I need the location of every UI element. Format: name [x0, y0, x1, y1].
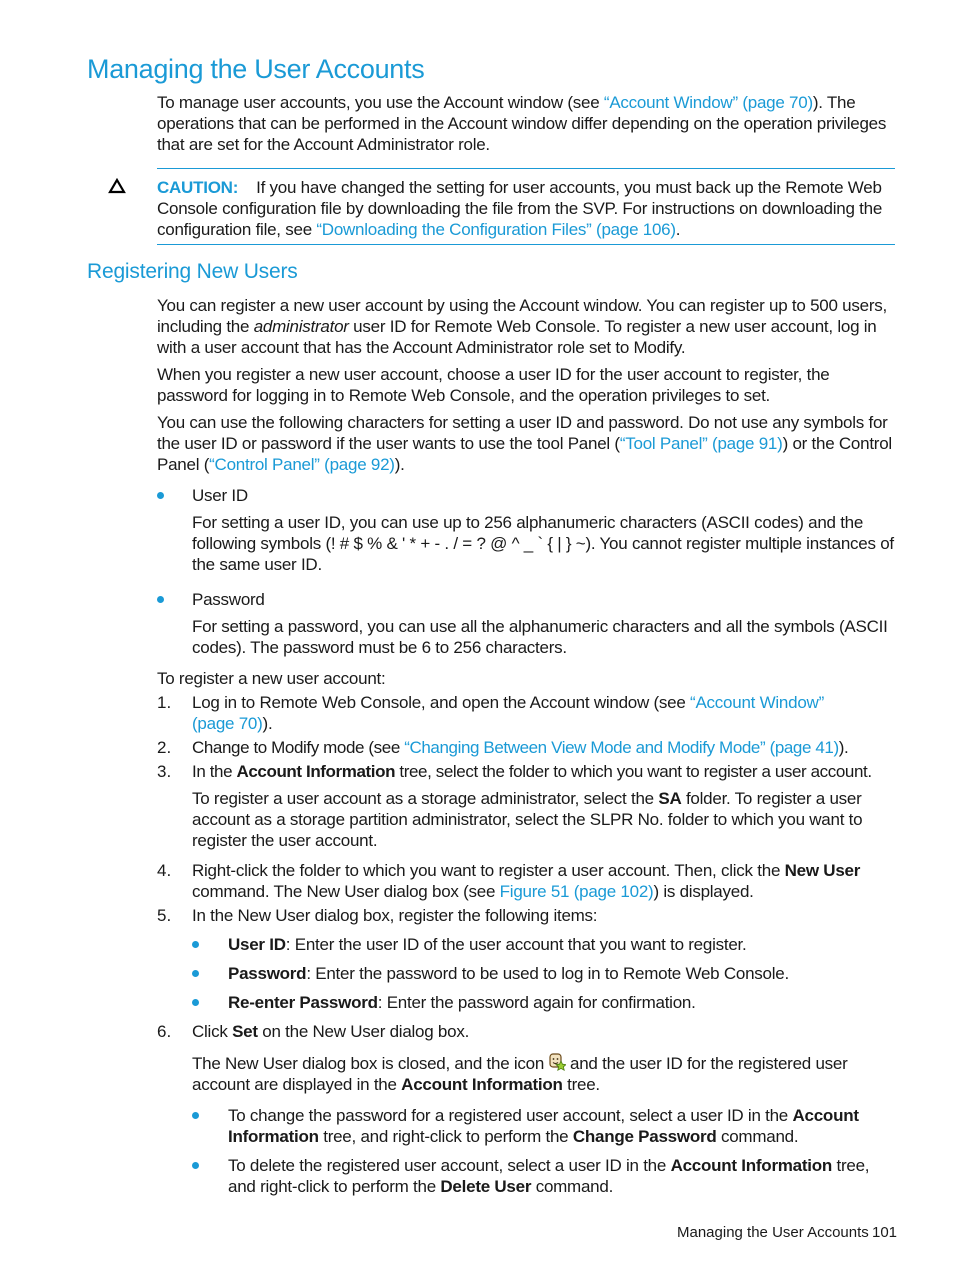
text: In the [192, 762, 237, 781]
intro-text: To manage user accounts, you use the Acc… [157, 93, 604, 112]
bold-term: Set [232, 1022, 258, 1041]
section-title: Registering New Users [87, 260, 298, 283]
text: command. [531, 1177, 614, 1196]
text: Click [192, 1022, 233, 1041]
step-6-result: The New User dialog box is closed, and t… [192, 1053, 897, 1095]
bold-term: New User [784, 861, 861, 880]
paragraph-register-limit: You can register a new user account by u… [157, 295, 902, 358]
bold-term: Account Information [236, 762, 396, 781]
bold-term: Account Information [401, 1075, 563, 1094]
text: ). [394, 455, 405, 474]
link-downloading-config-files[interactable]: “Downloading the Configuration Files” (p… [316, 220, 676, 239]
text: ) is displayed. [653, 882, 754, 901]
step-2: Change to Modify mode (see “Changing Bet… [192, 737, 902, 758]
paragraph-characters: You can use the following characters for… [157, 412, 902, 475]
step-number: 4. [157, 861, 172, 880]
text: To change the password for a registered … [228, 1106, 793, 1125]
text: tree, and right-click to perform the [318, 1127, 573, 1146]
bold-term: Account Information [670, 1156, 833, 1175]
text: on the New User dialog box. [257, 1022, 470, 1041]
intro-paragraph: To manage user accounts, you use the Acc… [157, 92, 902, 155]
link-figure-51[interactable]: Figure 51 (page 102) [500, 882, 654, 901]
text: command. The New User dialog box (see [192, 882, 500, 901]
step-3: In the Account Information tree, select … [192, 761, 904, 782]
text: Log in to Remote Web Console, and open t… [192, 693, 691, 712]
text: : Enter the user ID of the user account … [285, 935, 747, 954]
step-1: Log in to Remote Web Console, and open t… [192, 692, 897, 734]
new-user-icon [548, 1053, 566, 1071]
bold-term: User ID [228, 935, 286, 954]
rule-desc-user-id: For setting a user ID, you can use up to… [192, 513, 894, 574]
item-reenter-password: Re-enter Password: Enter the password ag… [228, 992, 898, 1013]
text: tree, select the folder to which you wan… [395, 762, 872, 781]
page-title: Managing the User Accounts [87, 54, 425, 84]
paragraph-choose-id: When you register a new user account, ch… [157, 365, 830, 405]
rule-label-password: Password [192, 590, 265, 609]
caution-label: CAUTION: [157, 178, 239, 197]
italic-term: administrator [253, 317, 349, 336]
step-number: 3. [157, 762, 172, 781]
step-5: In the New User dialog box, register the… [192, 906, 598, 925]
text: Change to Modify mode (see [192, 738, 405, 757]
note-change-password: To change the password for a registered … [228, 1105, 898, 1147]
text: tree. [562, 1075, 600, 1094]
item-password: Password: Enter the password to be used … [228, 963, 898, 984]
caution-text: CAUTION: If you have changed the setting … [157, 177, 902, 240]
step-number: 6. [157, 1022, 172, 1041]
item-user-id: User ID: Enter the user ID of the user a… [228, 934, 898, 955]
step-number: 5. [157, 906, 172, 925]
steps-intro: To register a new user account: [157, 669, 386, 688]
bold-term: Password [228, 964, 307, 983]
bold-term: Delete User [440, 1177, 532, 1196]
bold-term: SA [658, 789, 682, 808]
bullet-icon [192, 970, 199, 977]
footer-section-title: Managing the User Accounts [677, 1224, 869, 1241]
text: To register a user account as a storage … [192, 789, 659, 808]
text: : Enter the password again for confirmat… [377, 993, 696, 1012]
rule-label-user-id: User ID [192, 486, 248, 505]
link-control-panel[interactable]: “Control Panel” (page 92) [209, 455, 395, 474]
step-6: Click Set on the New User dialog box. [192, 1021, 897, 1042]
footer-page-number: 101 [872, 1224, 898, 1241]
link-account-window[interactable]: “Account Window” [690, 693, 824, 712]
text: Right-click the folder to which you want… [192, 861, 785, 880]
note-delete-user: To delete the registered user account, s… [228, 1155, 898, 1197]
rule-desc-password: For setting a password, you can use all … [192, 617, 888, 657]
warning-triangle-icon [108, 178, 126, 194]
step-4: Right-click the folder to which you want… [192, 860, 892, 902]
text: To delete the registered user account, s… [228, 1156, 671, 1175]
step-number: 1. [157, 693, 172, 712]
bullet-icon [157, 596, 164, 603]
text: command. [716, 1127, 799, 1146]
bullet-icon [157, 492, 164, 499]
step-number: 2. [157, 738, 172, 757]
bold-term: Re-enter Password [228, 993, 378, 1012]
bullet-icon [192, 1162, 199, 1169]
caution-body: . [675, 220, 681, 239]
step-3-detail: To register a user account as a storage … [192, 788, 897, 851]
bullet-icon [192, 941, 199, 948]
bullet-icon [192, 1112, 199, 1119]
link-account-window-page[interactable]: (page 70) [192, 714, 263, 733]
link-account-window[interactable]: “Account Window” (page 70) [604, 93, 813, 112]
link-tool-panel[interactable]: “Tool Panel” (page 91) [620, 434, 783, 453]
text: : Enter the password to be used to log i… [306, 964, 789, 983]
text: The New User dialog box is closed, and t… [192, 1054, 549, 1073]
link-changing-modes[interactable]: “Changing Between View Mode and Modify M… [404, 738, 839, 757]
text: ). [262, 714, 273, 733]
bullet-icon [192, 999, 199, 1006]
text: ). [838, 738, 849, 757]
bold-term: Change Password [572, 1127, 717, 1146]
